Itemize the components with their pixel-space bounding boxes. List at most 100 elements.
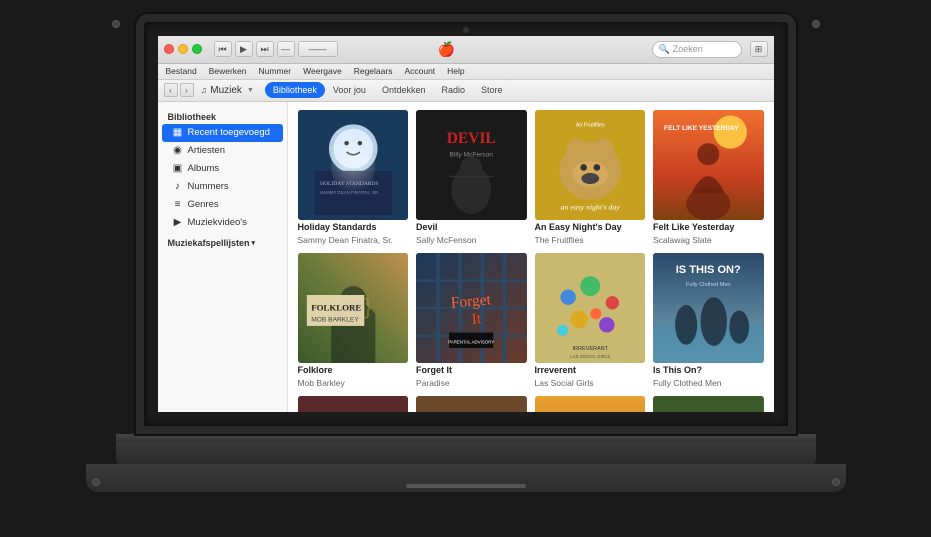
- volume-button[interactable]: —: [277, 41, 295, 57]
- tab-store[interactable]: Store: [473, 82, 511, 98]
- svg-text:PARENTAL ADVISORY: PARENTAL ADVISORY: [448, 339, 494, 344]
- svg-text:SAMMY DEAN FINATRA, SR.: SAMMY DEAN FINATRA, SR.: [320, 189, 379, 194]
- sidebar-section-title: Bibliotheek: [158, 108, 287, 124]
- svg-text:}: }: [364, 294, 371, 319]
- window-minimize-button[interactable]: [178, 44, 188, 54]
- tab-bibliotheek[interactable]: Bibliotheek: [265, 82, 325, 98]
- album-cover-bottom2: [416, 396, 527, 411]
- forward-button[interactable]: ›: [180, 83, 194, 97]
- trackpad-notch: [406, 484, 526, 488]
- muziekvideo-icon: ▶: [172, 217, 184, 229]
- tab-ontdekken[interactable]: Ontdekken: [374, 82, 434, 98]
- laptop: ⏮ ▶ ⏭ — —— 🍎 🔍 Zoeken ⊞ Bestand: [106, 14, 826, 524]
- album-artist-forgetit: Paradise: [416, 378, 527, 388]
- album-artist-devil: Sally McFenson: [416, 235, 527, 245]
- sidebar-playlist-section[interactable]: Muziekafspellijsten ▾: [158, 232, 287, 250]
- rewind-button[interactable]: ⏮: [214, 41, 232, 57]
- menu-nummer[interactable]: Nummer: [257, 66, 294, 76]
- search-placeholder: Zoeken: [673, 44, 703, 54]
- sidebar: Bibliotheek ▦ Recent toegevoegd ◉ Arties…: [158, 102, 288, 412]
- fastforward-button[interactable]: ⏭: [256, 41, 274, 57]
- volume-slider[interactable]: ——: [298, 41, 338, 57]
- menu-account[interactable]: Account: [402, 66, 437, 76]
- tab-radio[interactable]: Radio: [433, 82, 473, 98]
- toolbar-title: Muziek: [210, 85, 242, 96]
- dropdown-arrow[interactable]: ▼: [247, 87, 254, 94]
- window-close-button[interactable]: [164, 44, 174, 54]
- svg-text:IS THIS ON?: IS THIS ON?: [676, 264, 741, 276]
- album-item-bottom4[interactable]: [653, 396, 764, 411]
- sidebar-nummers-label: Nummers: [188, 181, 229, 192]
- nummers-icon: ♪: [172, 181, 184, 193]
- album-cover-irreverent: IRREVERANT LAS SOCIAL GIRLS: [535, 253, 646, 364]
- album-title-holiday: Holiday Standards: [298, 222, 409, 233]
- albums-area[interactable]: HOLIDAY STANDARDS SAMMY DEAN FINATRA, SR…: [288, 102, 774, 412]
- album-item-bottom1[interactable]: [298, 396, 409, 411]
- album-title-forgetit: Forget It: [416, 365, 527, 376]
- menu-weergave[interactable]: Weergave: [301, 66, 344, 76]
- album-title-folklore: Folklore: [298, 365, 409, 376]
- album-cover-bottom1: [298, 396, 409, 411]
- menu-regelaars[interactable]: Regelaars: [352, 66, 395, 76]
- screen-bezel: ⏮ ▶ ⏭ — —— 🍎 🔍 Zoeken ⊞ Bestand: [136, 14, 796, 434]
- camera-dot: [463, 27, 469, 33]
- album-title-feltlike: Felt Like Yesterday: [653, 222, 764, 233]
- back-button[interactable]: ‹: [164, 83, 178, 97]
- album-item-forgetit[interactable]: Forget It PARENTAL ADVISORY Forget It Pa…: [416, 253, 527, 388]
- album-item-feltlike[interactable]: FELT LIKE YESTERDAY Felt Like Yesterday …: [653, 110, 764, 245]
- menu-bewerken[interactable]: Bewerken: [207, 66, 249, 76]
- sidebar-item-artiesten[interactable]: ◉ Artiesten: [162, 142, 283, 160]
- music-icon: ♫: [201, 85, 208, 95]
- album-cover-folklore: FOLKLORE MOB BARKLEY }: [298, 253, 409, 364]
- album-cover-feltlike: FELT LIKE YESTERDAY: [653, 110, 764, 221]
- album-cover-easynight: an easy night's day Air Fruitflies: [535, 110, 646, 221]
- genres-icon: ≡: [172, 199, 184, 211]
- menu-help[interactable]: Help: [445, 66, 466, 76]
- nav-tabs: Bibliotheek Voor jou Ontdekken Radio Sto…: [265, 82, 511, 98]
- album-item-holiday[interactable]: HOLIDAY STANDARDS SAMMY DEAN FINATRA, SR…: [298, 110, 409, 245]
- sidebar-artiesten-label: Artiesten: [188, 145, 226, 156]
- album-item-bottom2[interactable]: [416, 396, 527, 411]
- search-icon: 🔍: [659, 44, 670, 55]
- album-artist-easynight: The Fruitflies: [535, 235, 646, 245]
- search-bar[interactable]: 🔍 Zoeken: [652, 41, 742, 58]
- apple-logo: 🍎: [438, 41, 455, 58]
- toolbar: ‹ › ♫ Muziek ▼ Bibliotheek Voor jou Ontd…: [158, 80, 774, 102]
- album-item-easynight[interactable]: an easy night's day Air Fruitflies An Ea…: [535, 110, 646, 245]
- menu-bestand[interactable]: Bestand: [164, 66, 199, 76]
- laptop-hinge: [116, 434, 816, 442]
- laptop-bottom: [86, 464, 846, 492]
- svg-text:FELT LIKE YESTERDAY: FELT LIKE YESTERDAY: [664, 124, 739, 131]
- album-item-bottom3[interactable]: SUNSET BLUES Sunset Blues: [535, 396, 646, 411]
- svg-text:DEVIL: DEVIL: [447, 130, 496, 147]
- svg-text:HOLIDAY STANDARDS: HOLIDAY STANDARDS: [320, 181, 378, 187]
- album-cover-bottom4: [653, 396, 764, 411]
- sidebar-item-recent[interactable]: ▦ Recent toegevoegd: [162, 124, 283, 142]
- sidebar-item-nummers[interactable]: ♪ Nummers: [162, 178, 283, 196]
- tab-voor-jou[interactable]: Voor jou: [325, 82, 374, 98]
- album-item-isthison[interactable]: IS THIS ON? Fully Clothed Men Is This On…: [653, 253, 764, 388]
- window-maximize-button[interactable]: [192, 44, 202, 54]
- album-artist-isthison: Fully Clothed Men: [653, 378, 764, 388]
- albums-icon: ▣: [172, 163, 184, 175]
- album-item-irreverent[interactable]: IRREVERANT LAS SOCIAL GIRLS Irreverent L…: [535, 253, 646, 388]
- recent-icon: ▦: [172, 127, 184, 139]
- play-button[interactable]: ▶: [235, 41, 253, 57]
- sidebar-item-muziekvideo[interactable]: ▶ Muziekvideo's: [162, 214, 283, 232]
- album-artist-folklore: Mob Barkley: [298, 378, 409, 388]
- sidebar-item-albums[interactable]: ▣ Albums: [162, 160, 283, 178]
- grid-view-button[interactable]: ⊞: [750, 41, 768, 57]
- svg-text:an easy night's day: an easy night's day: [560, 202, 619, 211]
- album-item-folklore[interactable]: FOLKLORE MOB BARKLEY } Folklore Mob Bark…: [298, 253, 409, 388]
- playlist-title-label: Muziekafspellijsten: [168, 238, 250, 248]
- sidebar-item-genres[interactable]: ≡ Genres: [162, 196, 283, 214]
- album-item-devil[interactable]: DEVIL Billy McFerson Devil S: [416, 110, 527, 245]
- album-cover-isthison: IS THIS ON? Fully Clothed Men: [653, 253, 764, 364]
- album-artist-holiday: Sammy Dean Finatra, Sr.: [298, 235, 409, 245]
- svg-text:Fully Clothed Men: Fully Clothed Men: [686, 282, 730, 288]
- sidebar-muziekvideo-label: Muziekvideo's: [188, 217, 247, 228]
- menu-bar: Bestand Bewerken Nummer Weergave Regelaa…: [158, 64, 774, 80]
- album-title-irreverent: Irreverent: [535, 365, 646, 376]
- album-cover-bottom3: SUNSET BLUES: [535, 396, 646, 411]
- album-title-easynight: An Easy Night's Day: [535, 222, 646, 233]
